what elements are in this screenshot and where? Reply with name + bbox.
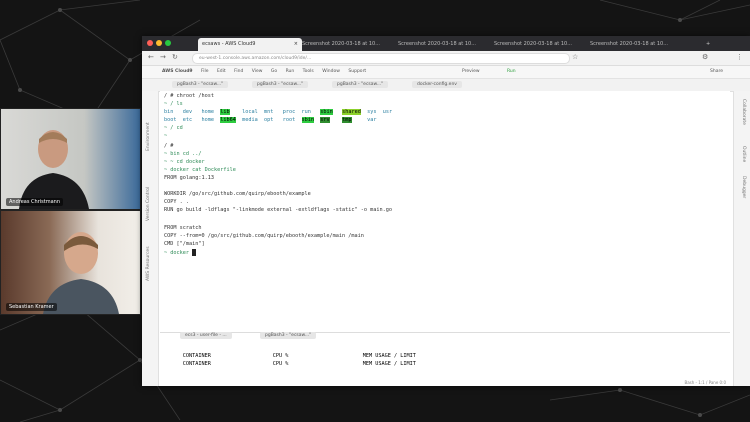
sidebar-item-outline[interactable]: Outline	[741, 146, 746, 162]
terminal-line: bin dev home lib local mnt proc run sbin…	[164, 109, 393, 115]
browser-tab-1[interactable]: ecsaws - AWS Cloud9 ×	[198, 38, 302, 51]
browser-tab-2[interactable]: Screenshot 2020-03-18 at 10...	[298, 38, 398, 51]
new-tab-button[interactable]: +	[702, 38, 714, 51]
menu-icon[interactable]: ⋮	[736, 53, 743, 61]
terminal-line: COPY . .	[164, 199, 189, 205]
menu-view[interactable]: View	[252, 69, 263, 74]
participant-name: Sebastian Kramer	[6, 303, 57, 311]
sidebar-item-debugger[interactable]: Debugger	[741, 176, 746, 198]
browser-tab-4[interactable]: Screenshot 2020-03-18 at 10...	[490, 38, 590, 51]
menu-go[interactable]: Go	[271, 69, 277, 74]
browser-tab-bar: ecsaws - AWS Cloud9 × Screenshot 2020-03-…	[142, 36, 750, 51]
tab-label: Screenshot 2020-03-18 at 10...	[302, 41, 380, 47]
extension-icon[interactable]: ⚙	[702, 53, 708, 61]
bottom-tab-2[interactable]: pgBash3 - "ecsaw..."	[260, 332, 317, 339]
cloud9-menu-bar: AWS Cloud9 File Edit Find View Go Run To…	[142, 66, 750, 79]
terminal-prompt-line: ~ docker	[164, 249, 197, 256]
share-button[interactable]: Share	[710, 66, 723, 78]
menu-support[interactable]: Support	[348, 69, 366, 74]
sidebar-item-environment[interactable]: Environment	[146, 122, 151, 151]
browser-tab-5[interactable]: Screenshot 2020-03-18 at 10...	[586, 38, 686, 51]
webcam-participant-1: Andreas Christmann	[0, 108, 141, 210]
editor-tab-4[interactable]: docker-config.env	[412, 81, 462, 88]
person-silhouette	[43, 232, 119, 314]
window-controls	[147, 40, 171, 46]
terminal-line: ~ / cd	[164, 125, 183, 131]
editor-tab-2[interactable]: pgBash3 - "ecsaw..."	[252, 81, 309, 88]
preview-button[interactable]: Preview	[462, 66, 480, 78]
terminal-line: FROM scratch	[164, 225, 202, 231]
menu-run[interactable]: Run	[286, 69, 295, 74]
terminal-line: ~ / ls	[164, 101, 183, 107]
editor-tab-1[interactable]: pgBash3 - "ecsaw..."	[172, 81, 229, 88]
sidebar-item-aws-resources[interactable]: AWS Resources	[146, 246, 151, 281]
webcam-participant-2: Sebastian Kramer	[0, 210, 141, 315]
minimize-window-button[interactable]	[156, 40, 162, 46]
menu-file[interactable]: File	[201, 69, 209, 74]
tab-label: Screenshot 2020-03-18 at 10...	[398, 41, 476, 47]
stats-row: CONTAINER CPU % MEM USAGE / LIMIT	[182, 361, 416, 367]
url-input[interactable]: eu-west-1.console.aws.amazon.com/cloud9/…	[192, 53, 570, 64]
address-bar-row: ← → ↻ eu-west-1.console.aws.amazon.com/c…	[142, 51, 750, 66]
reload-icon[interactable]: ↻	[172, 53, 178, 61]
terminal-line: boot etc home lib64 media opt root sbin …	[164, 117, 377, 123]
close-window-button[interactable]	[147, 40, 153, 46]
zoom-window-button[interactable]	[165, 40, 171, 46]
editor-tab-3[interactable]: pgBash3 - "ecsaw..."	[332, 81, 389, 88]
menu-tools[interactable]: Tools	[303, 69, 314, 74]
forward-icon[interactable]: →	[160, 53, 166, 61]
menu-window[interactable]: Window	[322, 69, 340, 74]
browser-window: ecsaws - AWS Cloud9 × Screenshot 2020-03-…	[142, 36, 750, 386]
terminal-pane[interactable]: / # chroot /host ~ / ls bin dev home lib…	[160, 91, 730, 327]
terminal-line: / #	[164, 143, 174, 149]
sidebar-item-collaborate[interactable]: Collaborate	[741, 99, 746, 125]
terminal-line: ~ bin cd ../	[164, 151, 202, 157]
terminal-line: RUN go build -ldflags "-linkmode externa…	[164, 207, 392, 213]
terminal-line: CMD ["/main"]	[164, 241, 205, 247]
tab-label: Screenshot 2020-03-18 at 10...	[590, 41, 668, 47]
terminal-cursor	[192, 249, 197, 256]
terminal-line: ~	[164, 133, 168, 139]
bookmark-icon[interactable]: ☆	[572, 53, 578, 61]
bottom-tab-1[interactable]: ecs3 - user-file - ...	[180, 332, 232, 339]
tab-label: Screenshot 2020-03-18 at 10...	[494, 41, 572, 47]
terminal-line: ~ docker cat Dockerfile	[164, 167, 236, 173]
back-icon[interactable]: ←	[148, 53, 154, 61]
sidebar-item-version-control[interactable]: Version Control	[146, 187, 151, 221]
menu-find[interactable]: Find	[234, 69, 243, 74]
person-silhouette	[19, 130, 89, 209]
menu-edit[interactable]: Edit	[217, 69, 226, 74]
terminal-line: / # chroot /host	[164, 93, 214, 99]
status-bar: Bash - 1:1 / Pane 0:0	[684, 380, 726, 385]
terminal-line: FROM golang:1.13	[164, 175, 214, 181]
bottom-terminal-pane[interactable]: ecs3 - user-file - ... pgBash3 - "ecsaw.…	[160, 332, 730, 386]
left-sidebar: Environment Version Control AWS Resource…	[142, 91, 159, 386]
cloud9-logo: AWS Cloud9	[162, 69, 193, 74]
participant-name: Andreas Christmann	[6, 198, 63, 206]
tab-label: ecsaws - AWS Cloud9	[202, 41, 256, 47]
terminal-line: ~ ~ cd docker	[164, 159, 205, 165]
run-button[interactable]: Run	[507, 66, 516, 78]
browser-tab-3[interactable]: Screenshot 2020-03-18 at 10...	[394, 38, 494, 51]
terminal-line: COPY --from=0 /go/src/github.com/quirp/e…	[164, 233, 364, 239]
terminal-line: WORKDIR /go/src/github.com/quirp/ebooth/…	[164, 191, 311, 197]
right-sidebar: Collaborate Outline Debugger	[733, 91, 750, 386]
